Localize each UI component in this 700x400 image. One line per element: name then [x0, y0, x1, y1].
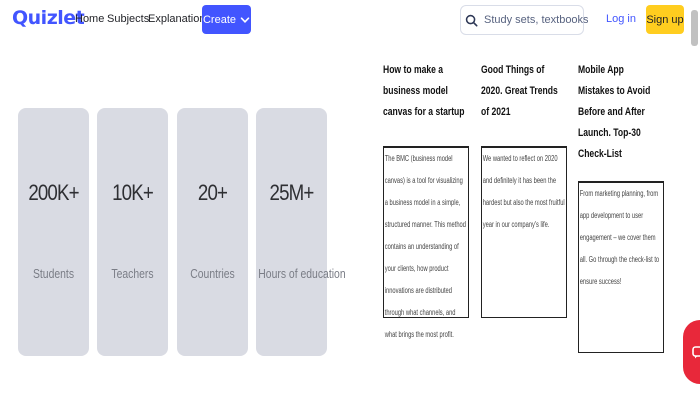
stat-value: 200K+	[28, 180, 79, 205]
stat-card-hours: 25M+ Hours of education	[256, 108, 346, 356]
chat-icon	[692, 345, 700, 358]
article-title[interactable]: How to make a business model canvas for …	[383, 60, 465, 123]
article-excerpt: We wanted to reflect on 2020 and definit…	[482, 154, 565, 229]
quizlet-logo[interactable]: Quizlet	[12, 7, 85, 29]
stat-label: Countries	[190, 266, 235, 281]
top-navigation: Quizlet Home Subjects Explanations Creat…	[0, 0, 700, 46]
chat-launcher-button[interactable]	[683, 320, 700, 384]
article-excerpt-box: We wanted to reflect on 2020 and definit…	[481, 146, 567, 318]
scrollbar-thumb[interactable]	[691, 10, 698, 46]
article-card-business-model[interactable]: How to make a business model canvas for …	[383, 60, 471, 123]
create-button[interactable]: Create	[202, 5, 251, 34]
nav-subjects-link[interactable]: Subjects	[107, 13, 149, 25]
login-link[interactable]: Log in	[606, 13, 636, 25]
stat-label: Hours of education	[258, 266, 346, 281]
stat-value: 20+	[197, 180, 228, 205]
article-excerpt-box: The BMC (business model canvas) is a too…	[383, 146, 469, 339]
article-excerpt: The BMC (business model canvas) is a too…	[384, 154, 466, 339]
article-title[interactable]: Good Things of 2020. Great Trends of 202…	[481, 60, 563, 123]
chevron-down-icon	[240, 16, 250, 23]
article-card-mobile-mistakes[interactable]: Mobile App Mistakes to Avoid Before and …	[578, 60, 666, 165]
stat-card-countries: 20+ Countries	[177, 108, 248, 356]
signup-button[interactable]: Sign up	[646, 5, 684, 34]
stat-label: Teachers	[111, 266, 154, 281]
article-title[interactable]: Mobile App Mistakes to Avoid Before and …	[578, 60, 660, 165]
search-input[interactable]	[484, 14, 588, 26]
article-excerpt-box: From marketing planning, from app develo…	[578, 181, 664, 353]
article-card-trends[interactable]: Good Things of 2020. Great Trends of 202…	[481, 60, 569, 123]
nav-home-link[interactable]: Home	[75, 13, 104, 25]
stat-card-students: 200K+ Students	[18, 108, 89, 356]
article-excerpt: From marketing planning, from app develo…	[579, 189, 660, 286]
stat-label: Students	[32, 266, 75, 281]
search-icon	[465, 14, 478, 27]
create-button-label: Create	[202, 13, 237, 26]
stat-card-teachers: 10K+ Teachers	[97, 108, 168, 356]
stat-value: 10K+	[112, 180, 154, 205]
stat-value: 25M+	[269, 180, 315, 205]
search-bar[interactable]	[460, 5, 588, 35]
